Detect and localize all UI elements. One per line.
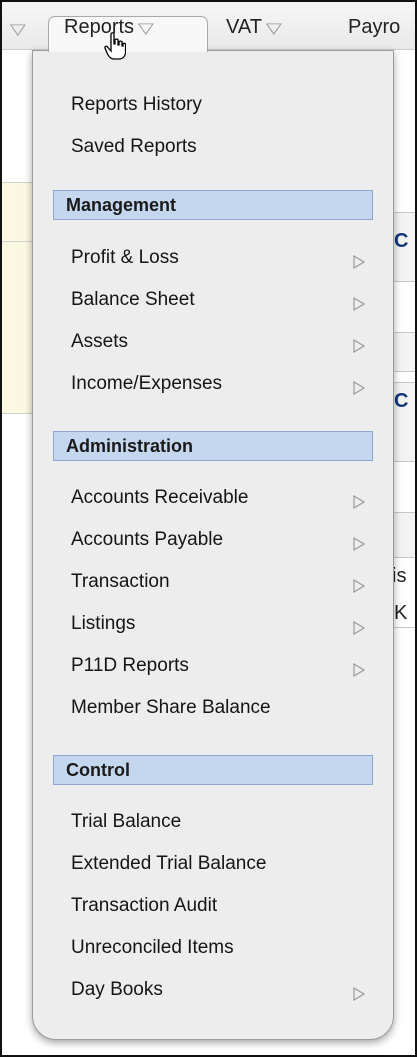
chevron-down-icon: ▽: [137, 20, 154, 37]
menu-item-unreconciled-items[interactable]: Unreconciled Items: [71, 933, 381, 963]
menu-item-label: Accounts Receivable: [71, 487, 249, 508]
submenu-arrow-icon: [353, 381, 365, 395]
background-panel: [2, 242, 36, 412]
menu-item-label: Assets: [71, 331, 129, 352]
menu-item-p11d-reports[interactable]: P11D Reports: [71, 651, 381, 681]
menu-item-extended-trial-balance[interactable]: Extended Trial Balance: [71, 849, 381, 879]
hand-cursor-icon: [104, 32, 126, 60]
menu-item-label: Listings: [71, 613, 136, 634]
submenu-arrow-icon: [353, 297, 365, 311]
top-nav-bar: ▽ Reports ▽ VAT ▽ Payro: [2, 2, 415, 60]
menu-item-profit-loss[interactable]: Profit & Loss: [71, 243, 381, 273]
chevron-down-icon: ▽: [265, 20, 282, 37]
submenu-arrow-icon: [353, 621, 365, 635]
section-header-administration: Administration: [53, 431, 373, 461]
menu-item-label: P11D Reports: [71, 655, 189, 676]
menu-item-label: Balance Sheet: [71, 289, 195, 310]
menu-item-label: Profit & Loss: [71, 247, 179, 268]
menu-item-saved-reports[interactable]: Saved Reports: [71, 132, 381, 162]
menu-item-transaction-audit[interactable]: Transaction Audit: [71, 891, 381, 921]
background-panel: [390, 332, 415, 372]
background-panel: [390, 512, 415, 558]
submenu-arrow-icon: [353, 255, 365, 269]
menu-item-accounts-receivable[interactable]: Accounts Receivable: [71, 483, 381, 513]
menu-item-label: Day Books: [71, 979, 163, 1000]
menu-item-transaction[interactable]: Transaction: [71, 567, 381, 597]
background-panel: [2, 182, 36, 242]
submenu-arrow-icon: [353, 495, 365, 509]
menu-item-listings[interactable]: Listings: [71, 609, 381, 639]
menu-item-label: Transaction: [71, 571, 170, 592]
nav-vat-label: VAT: [226, 16, 262, 38]
reports-dropdown-menu: Reports History Saved Reports Management…: [32, 50, 394, 1040]
submenu-arrow-icon: [353, 663, 365, 677]
menu-item-label: Income/Expenses: [71, 373, 223, 394]
app-window: ▽ Reports ▽ VAT ▽ Payro C C is K Reports H…: [0, 0, 417, 1057]
menu-item-trial-balance[interactable]: Trial Balance: [71, 807, 381, 837]
section-header-control: Control: [53, 755, 373, 785]
submenu-arrow-icon: [353, 537, 365, 551]
menu-item-accounts-payable[interactable]: Accounts Payable: [71, 525, 381, 555]
background-text: C: [394, 230, 409, 252]
menu-item-assets[interactable]: Assets: [71, 327, 381, 357]
background-text: K: [394, 602, 408, 624]
menu-item-balance-sheet[interactable]: Balance Sheet: [71, 285, 381, 315]
submenu-arrow-icon: [353, 987, 365, 1001]
menu-item-member-share-balance[interactable]: Member Share Balance: [71, 693, 381, 723]
chevron-down-icon[interactable]: ▽: [10, 20, 26, 38]
menu-item-income-expenses[interactable]: Income/Expenses: [71, 369, 381, 399]
nav-vat[interactable]: VAT ▽: [226, 16, 282, 39]
submenu-arrow-icon: [353, 339, 365, 353]
submenu-arrow-icon: [353, 579, 365, 593]
section-header-management: Management: [53, 190, 373, 220]
nav-payroll-label: Payro: [348, 16, 401, 38]
nav-payroll[interactable]: Payro: [348, 16, 400, 39]
menu-item-label: Accounts Payable: [71, 529, 224, 550]
menu-item-reports-history[interactable]: Reports History: [71, 90, 381, 120]
background-text: C: [394, 390, 409, 412]
background-text: is: [392, 565, 407, 587]
menu-item-day-books[interactable]: Day Books: [71, 975, 381, 1005]
